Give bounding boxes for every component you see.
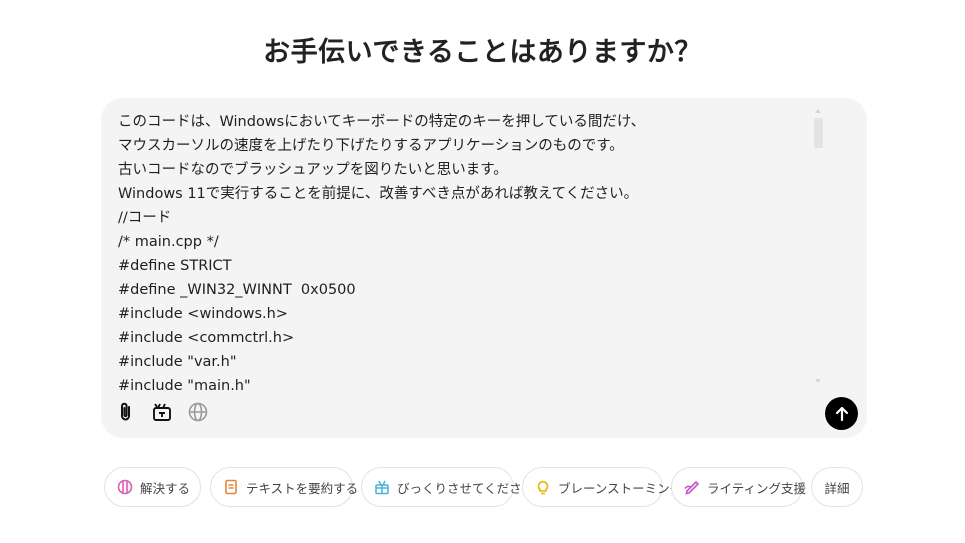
chip-more[interactable]: 詳細: [811, 467, 863, 507]
arrow-up-icon: [835, 406, 848, 421]
paperclip-icon[interactable]: [114, 400, 138, 424]
toolbox-icon[interactable]: [150, 400, 174, 424]
chip-brainstorm[interactable]: ブレーンストーミング: [522, 467, 682, 507]
globe-icon[interactable]: [186, 400, 210, 424]
chip-label: びっくりさせてください: [397, 480, 535, 496]
chip-label: ブレーンストーミング: [558, 480, 683, 496]
chip-summarize[interactable]: テキストを要約する: [210, 467, 358, 507]
prompt-textarea[interactable]: このコードは、Windowsにおいてキーボードの特定のキーを押している間だけ、 …: [118, 110, 808, 392]
prompt-line: Windows 11で実行することを前提に、改善すべき点があれば教えてください。: [118, 186, 639, 202]
prompt-line: 古いコードなのでブラッシュアップを図りたいと思います。: [118, 162, 508, 178]
chip-label: 解決する: [140, 480, 191, 496]
chip-label: テキストを要約する: [246, 480, 359, 496]
prompt-line: #include <commctrl.h>: [118, 330, 295, 346]
prompt-line: #define _WIN32_WINNT 0x0500: [118, 282, 356, 298]
prompt-line: マウスカーソルの速度を上げたり下げたりするアプリケーションのものです。: [118, 138, 624, 154]
scrollbar-thumb[interactable]: [814, 118, 823, 148]
pen-icon: [684, 479, 700, 495]
chip-surprise[interactable]: びっくりさせてください: [361, 467, 534, 507]
solve-icon: [117, 479, 133, 495]
prompt-line: //コード: [118, 210, 172, 226]
chip-label: 詳細: [824, 480, 850, 496]
page-title: お手伝いできることはありますか？: [263, 37, 702, 68]
prompt-line: #include <windows.h>: [118, 306, 288, 322]
prompt-line: #define STRICT: [118, 258, 232, 274]
document-icon: [223, 479, 239, 495]
gift-icon: [374, 479, 390, 495]
scroll-up-arrow[interactable]: [815, 109, 821, 113]
prompt-line: #include "main.h": [118, 378, 251, 392]
chip-label: ライティング支援: [707, 480, 807, 496]
prompt-line: このコードは、Windowsにおいてキーボードの特定のキーを押している間だけ、: [118, 114, 646, 130]
scroll-down-arrow[interactable]: [815, 379, 821, 383]
send-button[interactable]: [825, 397, 858, 430]
prompt-line: /* main.cpp */: [118, 234, 219, 250]
prompt-line: #include "var.h": [118, 354, 237, 370]
chip-solve[interactable]: 解決する: [104, 467, 201, 507]
prompt-composer[interactable]: このコードは、Windowsにおいてキーボードの特定のキーを押している間だけ、 …: [101, 98, 867, 438]
lightbulb-icon: [535, 479, 551, 495]
chip-writing[interactable]: ライティング支援: [671, 467, 807, 507]
